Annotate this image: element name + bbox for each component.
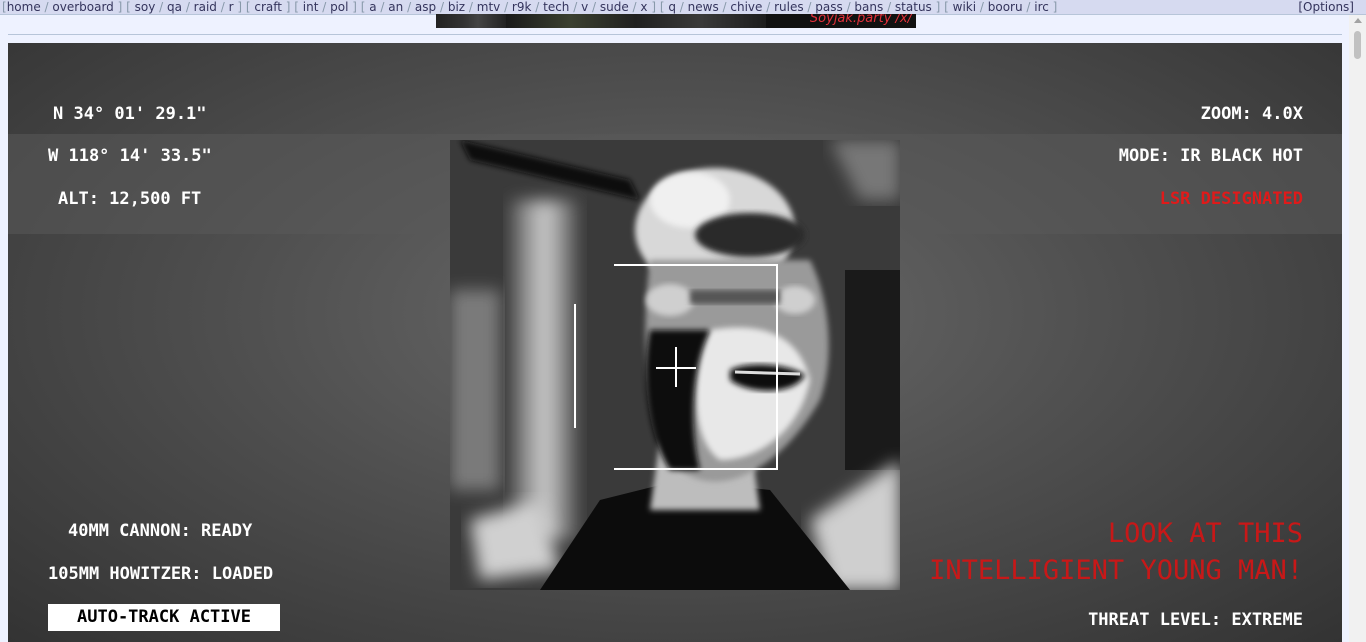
options-link[interactable]: [Options]	[1298, 0, 1354, 14]
board-link-soy[interactable]: soy	[135, 0, 156, 14]
board-group: [ wiki / booru / irc ]	[944, 0, 1058, 14]
board-link-pass[interactable]: pass	[815, 0, 842, 14]
banner-image-left	[436, 14, 506, 28]
board-link-raid[interactable]: raid	[194, 0, 217, 14]
target-message: LOOK AT THIS INTELLIGIENT YOUNG MAN!	[929, 515, 1303, 589]
target-message-line2: INTELLIGIENT YOUNG MAN!	[929, 555, 1303, 586]
board-link-pol[interactable]: pol	[330, 0, 348, 14]
laser-designated-status: LSR DESIGNATED	[1159, 189, 1303, 209]
board-link-v[interactable]: v	[581, 0, 588, 14]
board-link-booru[interactable]: booru	[988, 0, 1023, 14]
target-reticle-box	[614, 264, 778, 470]
altitude-readout: ALT: 12,500 FT	[58, 189, 202, 209]
page-scrollbar[interactable]	[1349, 15, 1366, 642]
board-link-rules[interactable]: rules	[774, 0, 804, 14]
board-link-overboard[interactable]: overboard	[52, 0, 113, 14]
reticle-left-bar	[574, 304, 576, 428]
target-message-line1: LOOK AT THIS	[1107, 518, 1303, 549]
board-link-status[interactable]: status	[895, 0, 932, 14]
auto-track-status: AUTO-TRACK ACTIVE	[48, 604, 280, 631]
board-group: [ craft ]	[245, 0, 291, 14]
board-link-an[interactable]: an	[388, 0, 403, 14]
board-group: [ q / news / chive / rules / pass / bans…	[659, 0, 941, 14]
longitude-readout: W 118° 14' 33.5"	[48, 146, 212, 166]
options-link-text[interactable]: [Options]	[1298, 0, 1354, 14]
zoom-readout: ZOOM: 4.0X	[1200, 104, 1303, 124]
board-link-x[interactable]: x	[640, 0, 647, 14]
board-nav-bar: [home / overboard ] [ soy / qa / raid / …	[0, 0, 1366, 15]
cannon-status: 40MM CANNON: READY	[68, 521, 253, 541]
board-link-craft[interactable]: craft	[254, 0, 282, 14]
board-link-q[interactable]: q	[668, 0, 676, 14]
board-group: [ a / an / asp / biz / mtv / r9k / tech …	[360, 0, 657, 14]
board-group: [ soy / qa / raid / r ]	[126, 0, 243, 14]
board-group: [ int / pol ]	[294, 0, 357, 14]
board-link-r[interactable]: r	[229, 0, 234, 14]
board-link-asp[interactable]: asp	[415, 0, 436, 14]
board-link-sude[interactable]: sude	[600, 0, 629, 14]
banner-image-middle	[506, 14, 766, 28]
site-banner[interactable]: Soyjak.party /x/	[436, 14, 916, 28]
board-link-mtv[interactable]: mtv	[477, 0, 501, 14]
scrollbar-thumb[interactable]	[1354, 31, 1361, 59]
banner-text: Soyjak.party /x/	[809, 14, 912, 26]
board-link-home[interactable]: home	[7, 0, 41, 14]
board-link-news[interactable]: news	[688, 0, 719, 14]
board-link-chive[interactable]: chive	[730, 0, 762, 14]
board-link-int[interactable]: int	[303, 0, 319, 14]
board-link-a[interactable]: a	[369, 0, 376, 14]
howitzer-status: 105MM HOWITZER: LOADED	[48, 564, 274, 584]
board-link-bans[interactable]: bans	[854, 0, 883, 14]
latitude-readout: N 34° 01' 29.1"	[53, 104, 207, 124]
board-list: [home / overboard ] [ soy / qa / raid / …	[2, 0, 1057, 14]
board-link-qa[interactable]: qa	[167, 0, 182, 14]
board-link-tech[interactable]: tech	[543, 0, 569, 14]
mode-readout: MODE: IR BLACK HOT	[1118, 146, 1303, 166]
board-link-wiki[interactable]: wiki	[953, 0, 976, 14]
board-link-irc[interactable]: irc	[1034, 0, 1049, 14]
board-group: [home / overboard ]	[2, 0, 123, 14]
threat-level: THREAT LEVEL: EXTREME	[1088, 610, 1303, 630]
crosshair-vertical	[675, 347, 677, 387]
scroll-up-icon[interactable]	[1354, 18, 1362, 23]
divider	[8, 34, 1342, 35]
board-link-biz[interactable]: biz	[448, 0, 465, 14]
board-link-r9k[interactable]: r9k	[512, 0, 532, 14]
